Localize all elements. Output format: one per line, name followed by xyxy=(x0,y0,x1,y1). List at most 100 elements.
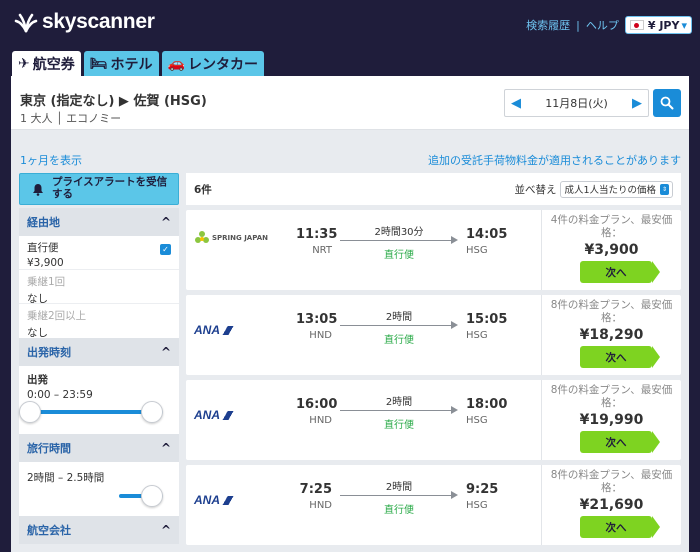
date-selector[interactable]: ◀ 11月8日(火) ▶ xyxy=(504,89,649,117)
flight-stops: 直行便 xyxy=(384,505,414,516)
stop-option-price: なし xyxy=(27,327,48,339)
sort-select[interactable]: 成人1人当たりの価格 ⇕ xyxy=(560,180,673,198)
departure-airport: NRT xyxy=(312,245,332,256)
duration-slider-handle[interactable] xyxy=(141,485,163,507)
departure-slider-max-handle[interactable] xyxy=(141,401,163,423)
lowest-price: ¥19,990 xyxy=(579,412,644,429)
departure-filter-header[interactable]: 出発時刻 ^ xyxy=(19,338,179,366)
vertical-tabs: ✈ 航空券 🛏 ホテル 🚗 レンタカー xyxy=(12,51,267,76)
results-header: 6件 並べ替え 成人1人当たりの価格 ⇕ xyxy=(186,173,681,205)
stop-option-label: 乗継2回以上 xyxy=(27,310,87,322)
duration-filter-header[interactable]: 旅行時間 ^ xyxy=(19,434,179,462)
duration-filter: 旅行時間 ^ 2時間 – 2.5時間 xyxy=(19,434,179,516)
baggage-fee-link[interactable]: 追加の受託手荷物料金が適用されることがあります xyxy=(428,152,681,168)
flight-arrow-icon xyxy=(340,236,458,244)
fare-plans-text: 8件の料金プラン、最安価格： xyxy=(550,469,673,495)
tab-flights[interactable]: ✈ 航空券 xyxy=(12,51,81,76)
lowest-price: ¥21,690 xyxy=(579,497,644,514)
flight-stops: 直行便 xyxy=(384,420,414,431)
price-column: 8件の料金プラン、最安価格： ¥18,290 次へ xyxy=(541,295,681,375)
route-title[interactable]: 東京 (指定なし) ▶ 佐賀 (HSG) xyxy=(20,90,207,109)
arrival-time: 18:00 xyxy=(466,397,508,412)
skyscanner-logo[interactable]: skyscanner xyxy=(14,10,155,34)
airline-filter-header[interactable]: 航空会社 ^ xyxy=(19,516,179,544)
dropdown-arrows-icon: ⇕ xyxy=(660,183,669,195)
flight-arrow-icon xyxy=(340,491,458,499)
flight-arrow-icon xyxy=(340,321,458,329)
airplane-icon: ✈ xyxy=(18,55,30,72)
departure-time: 7:25 xyxy=(299,482,332,497)
search-button[interactable] xyxy=(653,89,681,117)
stop-option-direct[interactable]: 直行便 ¥3,900 ✓ xyxy=(19,236,179,270)
tab-hotels[interactable]: 🛏 ホテル xyxy=(83,51,159,76)
currency-selector[interactable]: ¥ JPY ▾ xyxy=(624,16,692,34)
checkbox-checked-icon[interactable]: ✓ xyxy=(160,244,171,255)
japan-flag-icon xyxy=(629,20,644,30)
collapse-caret-icon[interactable]: ^ xyxy=(161,523,171,537)
tab-car-rental-label: レンタカー xyxy=(187,56,258,73)
ana-logo-icon: ANA xyxy=(194,408,236,422)
departure-airport: HND xyxy=(309,500,332,511)
stops-filter-header[interactable]: 経由地 ^ xyxy=(19,208,179,236)
airline-logo: SPRING JAPAN xyxy=(194,230,268,246)
airline-logo: ANA xyxy=(194,493,236,507)
collapse-caret-icon[interactable]: ^ xyxy=(161,215,171,229)
help-link[interactable]: ヘルプ xyxy=(586,17,619,33)
stop-option-label: 直行便 xyxy=(27,242,59,254)
history-link[interactable]: 検索履歴 xyxy=(526,17,570,33)
main-content: 東京 (指定なし) ▶ 佐賀 (HSG) 1 大人 │ エコノミー ◀ 11月8… xyxy=(11,76,689,552)
collapse-caret-icon[interactable]: ^ xyxy=(161,345,171,359)
next-button[interactable]: 次へ xyxy=(580,431,660,453)
flight-result-card[interactable]: ANA 13:05 HND 2時間 直行便 15:05 HSG 8件の料金プラン… xyxy=(186,295,681,375)
fare-plans-text: 8件の料金プラン、最安価格： xyxy=(550,299,673,325)
sunrise-logo-icon xyxy=(14,13,38,33)
ana-logo-icon: ANA xyxy=(194,323,236,337)
next-button[interactable]: 次へ xyxy=(580,516,660,538)
collapse-caret-icon[interactable]: ^ xyxy=(161,441,171,455)
fare-plans-text: 4件の料金プラン、最安価格： xyxy=(550,214,673,240)
flight-result-card[interactable]: ANA 7:25 HND 2時間 直行便 9:25 HSG 8件の料金プラン、最… xyxy=(186,465,681,545)
arrival-airport: HSG xyxy=(466,245,488,256)
airline-logo: ANA xyxy=(194,323,236,337)
flight-arrow-icon xyxy=(340,406,458,414)
site-header: skyscanner 検索履歴 | ヘルプ ¥ JPY ▾ ✈ 航空券 🛏 ホテ… xyxy=(0,0,700,76)
top-links: 検索履歴 | ヘルプ ¥ JPY ▾ xyxy=(526,16,692,34)
search-icon xyxy=(660,96,674,110)
sort-control: 並べ替え 成人1人当たりの価格 ⇕ xyxy=(514,180,673,198)
date-label: 11月8日(火) xyxy=(545,97,608,110)
duration-slider-block: 2時間 – 2.5時間 xyxy=(19,462,179,516)
lowest-price: ¥18,290 xyxy=(579,327,644,344)
flight-result-card[interactable]: ANA 16:00 HND 2時間 直行便 18:00 HSG 8件の料金プラン… xyxy=(186,380,681,460)
sort-label: 並べ替え xyxy=(514,183,557,196)
price-column: 8件の料金プラン、最安価格： ¥19,990 次へ xyxy=(541,380,681,460)
next-button[interactable]: 次へ xyxy=(580,346,660,368)
month-view-link[interactable]: 1ヶ月を表示 xyxy=(20,152,82,168)
prev-date-icon[interactable]: ◀ xyxy=(511,96,521,111)
result-count: 6件 xyxy=(194,183,212,196)
flight-result-card[interactable]: SPRING JAPAN 11:35 NRT 2時間30分 直行便 14:05 … xyxy=(186,210,681,290)
flight-details[interactable]: SPRING JAPAN 11:35 NRT 2時間30分 直行便 14:05 … xyxy=(186,210,541,290)
flight-details[interactable]: ANA 13:05 HND 2時間 直行便 15:05 HSG xyxy=(186,295,541,375)
arrival-airport: HSG xyxy=(466,330,488,341)
departure-filter-title: 出発時刻 xyxy=(27,346,71,359)
arrival-airport: HSG xyxy=(466,415,488,426)
tab-car-rental[interactable]: 🚗 レンタカー xyxy=(161,51,264,76)
departure-slider-min-handle[interactable] xyxy=(19,401,41,423)
airline-filter-title: 航空会社 xyxy=(27,524,71,537)
next-button[interactable]: 次へ xyxy=(580,261,660,283)
flight-details[interactable]: ANA 16:00 HND 2時間 直行便 18:00 HSG xyxy=(186,380,541,460)
price-alert-button[interactable]: プライスアラートを受信する xyxy=(19,173,179,205)
duration-filter-title: 旅行時間 xyxy=(27,442,71,455)
stop-option-two-plus: 乗継2回以上 なし xyxy=(19,304,179,339)
bed-icon: 🛏 xyxy=(89,55,108,72)
flight-details[interactable]: ANA 7:25 HND 2時間 直行便 9:25 HSG xyxy=(186,465,541,545)
passenger-cabin[interactable]: 1 大人 │ エコノミー xyxy=(20,110,121,126)
departure-time: 11:35 xyxy=(296,227,338,242)
departure-time: 13:05 xyxy=(296,312,338,327)
departure-airport: HND xyxy=(309,415,332,426)
stops-filter-title: 経由地 xyxy=(27,216,60,229)
ana-logo-icon: ANA xyxy=(194,493,236,507)
arrival-time: 9:25 xyxy=(466,482,499,497)
next-date-icon[interactable]: ▶ xyxy=(632,96,642,111)
bell-icon xyxy=(33,183,43,196)
